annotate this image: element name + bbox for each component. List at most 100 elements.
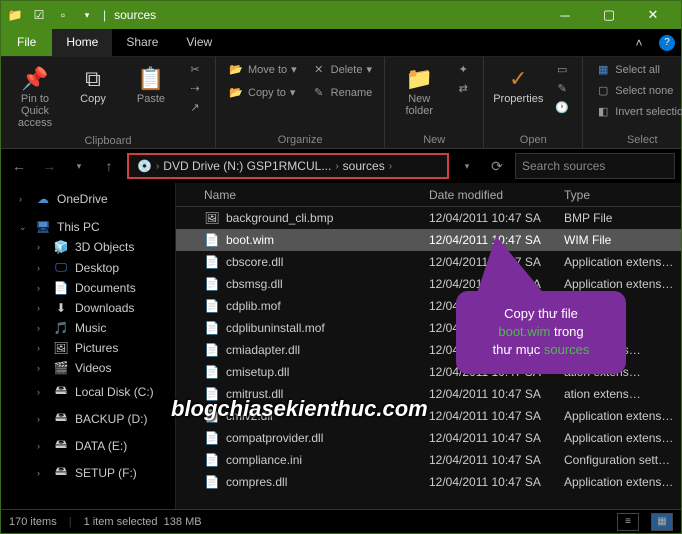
share-tab[interactable]: Share — [112, 29, 172, 56]
edit-icon: ✎ — [554, 82, 570, 95]
file-type: Application extens… — [556, 255, 681, 269]
new-folder-icon: 📁 — [406, 65, 433, 93]
file-name: cmisetup.dll — [226, 365, 289, 379]
file-type: ation extens… — [556, 387, 681, 401]
nav-documents[interactable]: ›📄Documents — [1, 278, 175, 298]
column-name[interactable]: Name — [196, 188, 421, 202]
nav-music[interactable]: ›🎵Music — [1, 318, 175, 338]
history-button[interactable]: 🕐 — [550, 99, 574, 116]
thumbnails-view-button[interactable]: ▦ — [651, 513, 673, 531]
nav-desktop[interactable]: ›🖵Desktop — [1, 257, 175, 278]
nav-local-disk-c[interactable]: ›🖴Local Disk (C:) — [1, 378, 175, 405]
disk-icon: 🖴 — [53, 381, 69, 402]
watermark: blogchiasekienthuc.com — [171, 396, 428, 422]
file-date: 12/04/2011 10:47 SA — [421, 211, 556, 225]
search-input[interactable]: Search sources — [515, 153, 675, 179]
file-icon: 📄 — [204, 453, 220, 467]
column-header[interactable]: Name Date modified Type — [176, 183, 681, 207]
breadcrumb[interactable]: 💿 › DVD Drive (N:) GSP1RMCUL... › source… — [127, 153, 449, 179]
file-type: Application extens… — [556, 277, 681, 291]
help-button[interactable]: ? — [653, 29, 681, 56]
file-name: compres.dll — [226, 475, 287, 489]
move-to-button[interactable]: 📂Move to ▾ — [224, 61, 301, 78]
file-type: WIM File — [556, 233, 681, 247]
qat-folder-icon[interactable]: ▫ — [55, 7, 71, 23]
file-icon: 📄 — [204, 343, 220, 357]
file-icon: 📄 — [204, 365, 220, 379]
file-name: cmiadapter.dll — [226, 343, 300, 357]
file-name: boot.wim — [226, 233, 274, 247]
nav-thispc[interactable]: ⌄🖥This PC — [1, 217, 175, 237]
cut-icon: ✂ — [187, 63, 203, 76]
home-tab[interactable]: Home — [52, 29, 112, 56]
open-icon: ▭ — [554, 63, 570, 76]
select-all-icon: ▦ — [595, 63, 611, 76]
nav-onedrive[interactable]: ›☁OneDrive — [1, 189, 175, 209]
nav-data-e[interactable]: ›🖴DATA (E:) — [1, 432, 175, 459]
breadcrumb-dropdown[interactable]: ▾ — [455, 154, 479, 178]
nav-setup-f[interactable]: ›🖴SETUP (F:) — [1, 459, 175, 486]
nav-3d-objects[interactable]: ›🧊3D Objects — [1, 237, 175, 257]
pictures-icon: 🖼 — [53, 341, 69, 355]
open-button[interactable]: ▭ — [550, 61, 574, 78]
drive-icon: 💿 — [137, 159, 152, 173]
new-item-button[interactable]: ✦ — [451, 61, 475, 78]
file-name: cbsmsg.dll — [226, 277, 283, 291]
pin-quick-access-button[interactable]: 📌Pin to Quick access — [9, 61, 61, 133]
table-row[interactable]: 📄compatprovider.dll12/04/2011 10:47 SAAp… — [176, 427, 681, 449]
properties-button[interactable]: ✓Properties — [492, 61, 544, 109]
table-row[interactable]: 📄compliance.ini12/04/2011 10:47 SAConfig… — [176, 449, 681, 471]
move-icon: 📂 — [228, 63, 244, 76]
nav-downloads[interactable]: ›⬇Downloads — [1, 298, 175, 318]
paste-button[interactable]: 📋Paste — [125, 61, 177, 109]
nav-backup-d[interactable]: ›🖴BACKUP (D:) — [1, 405, 175, 432]
pin-icon: 📌 — [21, 65, 48, 93]
paste-shortcut-button[interactable]: ↗ — [183, 99, 207, 116]
downloads-icon: ⬇ — [53, 301, 69, 315]
select-all-button[interactable]: ▦Select all — [591, 61, 682, 78]
rename-button[interactable]: ✎Rename — [307, 84, 377, 101]
new-folder-button[interactable]: 📁New folder — [393, 61, 445, 121]
up-button[interactable]: ↑ — [97, 154, 121, 178]
table-row[interactable]: 📄cbscore.dll12/04/2011 10:47 SAApplicati… — [176, 251, 681, 273]
file-date: 12/04/2011 10:47 SA — [421, 387, 556, 401]
table-row[interactable]: 📄boot.wim12/04/2011 10:47 SAWIM File — [176, 229, 681, 251]
minimize-button[interactable]: ─ — [543, 1, 587, 29]
delete-button[interactable]: ✕Delete ▾ — [307, 61, 377, 78]
nav-videos[interactable]: ›🎬Videos — [1, 358, 175, 378]
properties-icon: ✓ — [509, 65, 527, 93]
recent-button[interactable]: ▾ — [67, 154, 91, 178]
invert-selection-button[interactable]: ◧Invert selection — [591, 103, 682, 120]
nav-pictures[interactable]: ›🖼Pictures — [1, 338, 175, 358]
edit-button[interactable]: ✎ — [550, 80, 574, 97]
table-row[interactable]: 🖼background_cli.bmp12/04/2011 10:47 SABM… — [176, 207, 681, 229]
collapse-ribbon-button[interactable]: ˄ — [625, 29, 653, 56]
status-selected: 1 item selected 138 MB — [84, 516, 202, 528]
copy-path-button[interactable]: ⇢ — [183, 80, 207, 97]
breadcrumb-seg1[interactable]: DVD Drive (N:) GSP1RMCUL... — [159, 159, 335, 173]
videos-icon: 🎬 — [53, 361, 69, 375]
file-icon: 📄 — [204, 299, 220, 313]
copy-button[interactable]: ⧉Copy — [67, 61, 119, 109]
breadcrumb-seg2[interactable]: sources — [339, 159, 389, 173]
back-button[interactable]: ← — [7, 154, 31, 178]
copy-to-button[interactable]: 📂Copy to ▾ — [224, 84, 301, 101]
maximize-button[interactable]: ▢ — [587, 1, 631, 29]
column-date[interactable]: Date modified — [421, 188, 556, 202]
open-group-label: Open — [492, 132, 574, 146]
forward-button[interactable]: → — [37, 154, 61, 178]
column-type[interactable]: Type — [556, 188, 681, 202]
qat-dropdown-icon[interactable]: ▾ — [79, 7, 95, 23]
qat-checkbox-icon[interactable]: ☑ — [31, 7, 47, 23]
close-button[interactable]: ✕ — [631, 1, 675, 29]
select-none-button[interactable]: ▢Select none — [591, 82, 682, 99]
details-view-button[interactable]: ≡ — [617, 513, 639, 531]
table-row[interactable]: 📄compres.dll12/04/2011 10:47 SAApplicati… — [176, 471, 681, 493]
file-tab[interactable]: File — [1, 29, 52, 56]
cut-button[interactable]: ✂ — [183, 61, 207, 78]
refresh-button[interactable]: ⟳ — [485, 154, 509, 178]
select-none-icon: ▢ — [595, 84, 611, 97]
easy-access-button[interactable]: ⇄ — [451, 80, 475, 97]
organize-group-label: Organize — [224, 132, 376, 146]
view-tab[interactable]: View — [172, 29, 226, 56]
